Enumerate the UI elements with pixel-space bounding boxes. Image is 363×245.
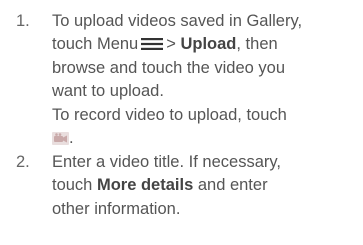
menu-arrow: > (166, 35, 176, 54)
upload-label: Upload (180, 35, 237, 54)
touch-menu-text: touch Menu (52, 35, 139, 54)
step-1-line-6: . (52, 127, 360, 150)
step-1-line-1: To upload videos saved in Gallery, (52, 12, 303, 30)
step-1-line-2: touch Menu > Upload, then (52, 33, 360, 56)
step-1-line-4: want to upload. (52, 82, 164, 101)
step-1-line-3: browse and touch the video you (52, 58, 285, 77)
step-2-line-1: Enter a video title. If necessary, (52, 153, 281, 171)
and-enter-text: and enter (197, 176, 268, 195)
step-number: 1. (16, 12, 30, 30)
touch-text: touch (52, 176, 93, 195)
video-camera-icon (52, 131, 69, 145)
instruction-list: 1. To upload videos saved in Gallery, to… (0, 0, 363, 245)
step-1-line-2-end: , then (236, 35, 278, 54)
menu-icon (141, 38, 164, 51)
step-text: Enter a video title. If necessary, touch… (52, 151, 360, 221)
step-number: 2. (16, 153, 30, 171)
step-text: To upload videos saved in Gallery, touch… (52, 10, 360, 150)
step-1-line-5: To record video to upload, touch (52, 105, 287, 124)
step-2-line-3: other information. (52, 199, 181, 218)
more-details-label: More details (96, 176, 194, 195)
step-2-line-2: touch More details and enter (52, 174, 360, 197)
step-1-period: . (69, 128, 74, 147)
